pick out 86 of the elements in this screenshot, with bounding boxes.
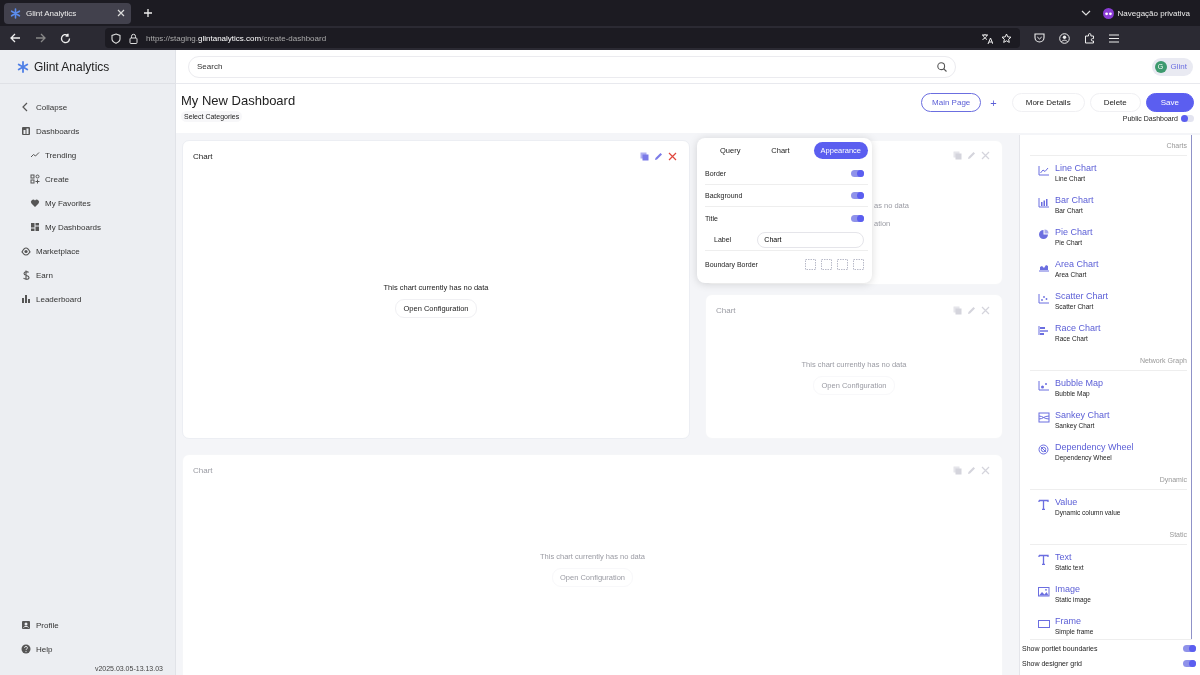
asterisk-logo-icon <box>10 7 21 19</box>
toggle-switch[interactable] <box>1183 660 1196 667</box>
search-field[interactable]: Search <box>188 55 956 78</box>
nav-item[interactable]: Leaderboard <box>0 287 175 311</box>
dashboard-icon <box>21 126 31 136</box>
nav-item[interactable]: Create <box>0 167 175 191</box>
card-title: Chart <box>193 152 213 161</box>
pencil-icon[interactable] <box>654 152 663 161</box>
shield-icon <box>111 32 121 44</box>
bar-chart-icon <box>21 294 31 304</box>
nav-item[interactable]: Marketplace <box>0 239 175 263</box>
widget-title: Pie Chart <box>1055 227 1093 237</box>
nav-item[interactable]: Trending <box>0 143 175 167</box>
private-browsing-label: Navegação privativa <box>1117 8 1190 18</box>
toggle-switch[interactable] <box>1183 645 1196 652</box>
puzzle-icon[interactable] <box>1084 32 1095 44</box>
nav-item[interactable]: Earn <box>0 263 175 287</box>
sankey-icon <box>1038 412 1050 423</box>
dollar-icon <box>21 270 31 280</box>
address-bar[interactable]: https://staging.glintanalytics.com/create-dashboard <box>105 28 1020 48</box>
plus-icon[interactable] <box>143 8 153 18</box>
nav-item[interactable]: Help <box>0 637 175 661</box>
widget-title: Race Chart <box>1055 323 1101 333</box>
toggle-switch[interactable] <box>851 192 864 199</box>
eye-icon <box>21 246 31 256</box>
pocket-icon[interactable] <box>1034 33 1045 43</box>
star-icon[interactable] <box>1001 32 1012 44</box>
dashboard-icon <box>30 222 40 232</box>
page-tab[interactable]: Main Page <box>921 93 982 112</box>
action-button[interactable]: More Details <box>1011 93 1085 112</box>
race-chart-icon <box>1038 325 1050 336</box>
translate-icon[interactable] <box>981 32 993 44</box>
lock-icon <box>129 32 138 44</box>
bar-chart-icon <box>1038 197 1050 208</box>
widget-title: Bar Chart <box>1055 195 1094 205</box>
browser-tab[interactable]: Glint Analytics <box>4 2 131 24</box>
pie-chart-icon <box>1038 229 1050 240</box>
menu-icon[interactable] <box>1109 33 1119 43</box>
widget-title: Scatter Chart <box>1055 291 1109 301</box>
help-icon <box>21 644 31 654</box>
nav-item[interactable]: Dashboards <box>0 119 175 143</box>
widget-title: Sankey Chart <box>1055 410 1110 420</box>
trend-line-icon <box>30 150 40 160</box>
save-button[interactable]: Save <box>1145 93 1194 112</box>
image-icon <box>1038 586 1050 597</box>
nav-item[interactable]: My Dashboards <box>0 215 175 239</box>
widget-title: Bubble Map <box>1055 378 1104 388</box>
asterisk-logo-icon <box>17 60 29 73</box>
toggle-switch[interactable] <box>1181 115 1194 122</box>
rectangle-icon <box>1038 618 1050 629</box>
heart-icon <box>30 198 40 208</box>
copy-icon[interactable] <box>640 152 649 161</box>
nav-item[interactable]: Collapse <box>0 95 175 119</box>
forward-arrow-icon[interactable] <box>35 33 46 43</box>
app-logo: Glint Analytics <box>34 59 110 74</box>
card-title: Chart <box>716 306 736 315</box>
card-title: Chart <box>193 466 213 475</box>
grid-plus-icon <box>30 174 40 184</box>
widget-title: Line Chart <box>1055 163 1097 173</box>
wheel-icon <box>1038 444 1050 455</box>
widget-title: Dependency Wheel <box>1055 442 1134 452</box>
close-icon[interactable] <box>668 152 677 161</box>
text-icon <box>1038 554 1050 565</box>
dashboard-title: My New Dashboard <box>181 93 296 108</box>
widget-title: Area Chart <box>1055 259 1099 269</box>
line-chart-icon <box>1038 165 1050 176</box>
widget-title: Value <box>1055 497 1079 507</box>
url-text: https://staging.glintanalytics.com/create-dashboard <box>146 33 327 43</box>
reload-icon[interactable] <box>60 32 71 44</box>
nav-item[interactable]: My Favorites <box>0 191 175 215</box>
widget-title: Frame <box>1055 616 1082 626</box>
toggle-switch[interactable] <box>851 170 864 177</box>
widget-title: Text <box>1055 552 1073 562</box>
text-icon <box>1038 499 1050 510</box>
back-arrow-icon[interactable] <box>10 33 21 43</box>
search-icon <box>937 61 947 72</box>
mask-icon <box>1102 7 1114 19</box>
bubble-chart-icon <box>1038 380 1050 391</box>
profile-card-icon <box>21 620 31 630</box>
action-button[interactable]: Delete <box>1089 93 1141 112</box>
account-icon[interactable] <box>1059 32 1070 44</box>
widget-title: Image <box>1055 584 1081 594</box>
toggle-switch[interactable] <box>851 214 864 222</box>
scatter-chart-icon <box>1038 293 1050 304</box>
chevron-down-icon[interactable] <box>1080 10 1091 16</box>
nav-item[interactable]: Profile <box>0 613 175 637</box>
